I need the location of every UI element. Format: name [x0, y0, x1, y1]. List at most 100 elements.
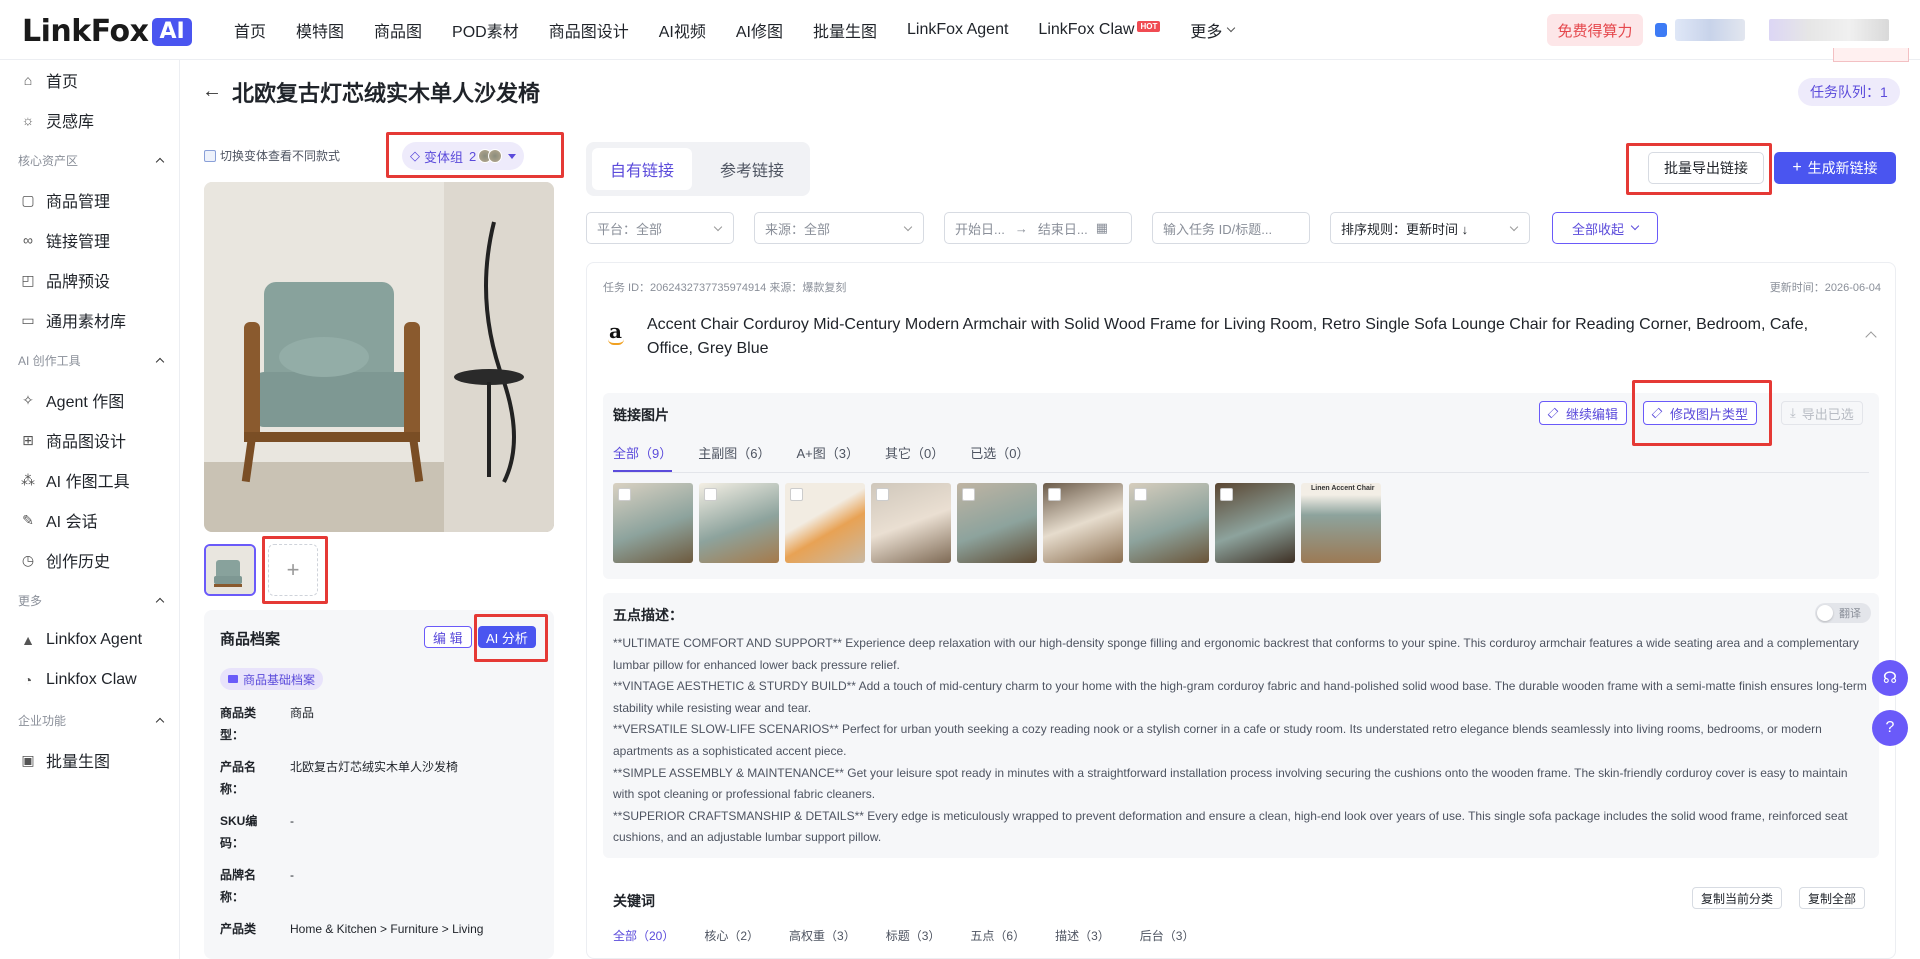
sidebar-item-product-design[interactable]: ⊞ 商品图设计 [20, 425, 126, 455]
image-tab-selected[interactable]: 已选（0） [970, 443, 1029, 472]
nav-batch-generate[interactable]: 批量生图 [813, 18, 877, 42]
sidebar-item-batch-generate[interactable]: ▣ 批量生图 [20, 745, 110, 775]
keyword-tab-high-weight[interactable]: 高权重（3） [789, 927, 856, 944]
linkfox-logo[interactable]: LinkFox AI [22, 14, 192, 49]
sort-rule-select[interactable]: 排序规则： 更新时间 ↓ [1330, 212, 1530, 244]
thumb-checkbox[interactable] [1048, 488, 1061, 501]
nav-linkfox-agent[interactable]: LinkFox Agent [907, 21, 1008, 39]
chevron-up-icon[interactable] [1865, 331, 1877, 343]
task-title[interactable]: Accent Chair Corduroy Mid-Century Modern… [647, 313, 1847, 361]
sidebar-item-agent-drawing[interactable]: ✧ Agent 作图 [20, 385, 124, 415]
free-credits-button[interactable]: 免费得算力 [1547, 14, 1643, 46]
task-search-input[interactable]: 输入任务 ID/标题... [1152, 212, 1310, 244]
platform-label: 平台： [597, 221, 637, 237]
sidebar-group-core[interactable]: 核心资产区 [18, 152, 165, 169]
keyword-tab-description[interactable]: 描述（3） [1055, 927, 1110, 944]
sidebar-item-brand-preset[interactable]: ◰ 品牌预设 [20, 265, 110, 295]
platform-filter[interactable]: 平台： 全部 [586, 212, 734, 244]
user-account[interactable] [1655, 14, 1915, 46]
link-image-thumb[interactable] [613, 483, 693, 563]
nav-product-design[interactable]: 商品图设计 [549, 18, 629, 42]
field-value-type: 商品 [290, 706, 315, 720]
thumb-checkbox[interactable] [618, 488, 631, 501]
link-image-thumb[interactable] [1129, 483, 1209, 563]
thumb-checkbox[interactable] [790, 488, 803, 501]
nav-more[interactable]: 更多 [1190, 18, 1236, 42]
copy-category-button[interactable]: 复制当前分类 [1692, 887, 1783, 909]
product-main-image[interactable] [204, 182, 554, 532]
nav-ai-retouch[interactable]: AI修图 [736, 18, 783, 42]
start-date-input[interactable]: 开始日... [955, 219, 1005, 238]
image-tab-aplus[interactable]: A+图（3） [796, 443, 859, 472]
sidebar-item-linkfox-agent[interactable]: ▲ Linkfox Agent [20, 625, 142, 655]
back-arrow-icon[interactable]: ← [202, 80, 222, 103]
keyword-tab-title[interactable]: 标题（3） [886, 927, 941, 944]
nav-product-image[interactable]: 商品图 [374, 18, 422, 42]
box-icon: ▢ [21, 191, 35, 208]
link-image-thumb[interactable] [1043, 483, 1123, 563]
sidebar-item-inspiration[interactable]: ☼ 灵感库 [20, 105, 94, 135]
thumb-checkbox[interactable] [876, 488, 889, 501]
product-thumbnail-selected[interactable] [204, 544, 256, 596]
tab-reference-links[interactable]: 参考链接 [702, 148, 802, 190]
base-profile-tag[interactable]: 商品基础档案 [220, 668, 324, 690]
translate-toggle[interactable]: 翻译 [1815, 603, 1871, 623]
copy-all-button[interactable]: 复制全部 [1799, 887, 1866, 909]
link-image-thumb[interactable] [871, 483, 951, 563]
generate-label: 生成新链接 [1807, 160, 1878, 176]
help-icon[interactable]: ? [1872, 710, 1908, 746]
image-tab-other[interactable]: 其它（0） [885, 443, 944, 472]
link-image-thumb[interactable] [1215, 483, 1295, 563]
keyword-tab-all[interactable]: 全部（20） [613, 927, 674, 944]
profile-edit-button[interactable]: 编 辑 [424, 626, 472, 648]
link-image-thumb[interactable]: Linen Accent Chair [1301, 483, 1381, 563]
date-range-picker[interactable]: 开始日... → 结束日... ▦ [944, 212, 1132, 244]
nav-home[interactable]: 首页 [234, 18, 266, 42]
keyword-tab-backend[interactable]: 后台（3） [1140, 927, 1195, 944]
tab-own-links[interactable]: 自有链接 [592, 148, 692, 190]
sidebar-item-material-library[interactable]: ▭ 通用素材库 [20, 305, 126, 335]
thumb-checkbox[interactable] [1220, 488, 1233, 501]
chevron-down-icon [713, 222, 723, 232]
generate-new-link-button[interactable]: + 生成新链接 [1774, 152, 1896, 184]
nav-model-image[interactable]: 模特图 [296, 18, 344, 42]
link-image-thumb[interactable] [785, 483, 865, 563]
link-image-thumb[interactable] [699, 483, 779, 563]
sidebar-item-ai-tools[interactable]: ⁂ AI 作图工具 [20, 465, 130, 495]
pen-icon [1547, 407, 1559, 419]
keyword-tab-bullets[interactable]: 五点（6） [970, 927, 1025, 944]
link-image-thumb[interactable] [957, 483, 1037, 563]
switch-variant-hint[interactable]: 切换变体查看不同款式 [204, 147, 340, 164]
sidebar-item-product-management[interactable]: ▢ 商品管理 [20, 185, 110, 215]
thumb-checkbox[interactable] [704, 488, 717, 501]
highlight-modify-image-type [1632, 380, 1772, 446]
five-point-title: 五点描述： [613, 607, 683, 623]
image-tab-all[interactable]: 全部（9） [613, 443, 673, 472]
keyword-tab-core[interactable]: 核心（2） [704, 927, 759, 944]
end-date-input[interactable]: 结束日... [1038, 219, 1088, 238]
sidebar-item-ai-chat[interactable]: ✎ AI 会话 [20, 505, 97, 535]
sidebar-item-linkfox-claw[interactable]: ◔ Linkfox Claw [20, 665, 137, 695]
nav-pod-material[interactable]: POD素材 [452, 18, 519, 42]
image-tab-main[interactable]: 主副图（6） [698, 443, 770, 472]
switch-variant-label: 切换变体查看不同款式 [220, 149, 341, 163]
continue-edit-button[interactable]: 继续编辑 [1539, 401, 1628, 425]
sidebar-group-title: AI 创作工具 [18, 354, 81, 368]
task-queue-badge[interactable]: 任务队列：1 [1798, 78, 1900, 106]
switch-variant-checkbox[interactable] [204, 149, 216, 162]
sidebar-item-history[interactable]: ◷ 创作历史 [20, 545, 110, 575]
home-icon: ⌂ [23, 72, 33, 88]
nav-linkfox-claw[interactable]: LinkFox Claw HOT [1038, 20, 1161, 39]
export-selected-button[interactable]: ⤓ 导出已选 [1781, 401, 1863, 425]
nav-ai-video[interactable]: AI视频 [659, 18, 706, 42]
sidebar-group-enterprise[interactable]: 企业功能 [18, 712, 165, 729]
sidebar-group-more[interactable]: 更多 [18, 592, 165, 609]
headset-support-icon[interactable]: ☊ [1872, 660, 1908, 696]
sidebar-group-ai-tools[interactable]: AI 创作工具 [18, 352, 165, 369]
source-filter[interactable]: 来源： 全部 [754, 212, 924, 244]
sidebar-item-home[interactable]: ⌂ 首页 [20, 65, 78, 95]
thumb-checkbox[interactable] [1134, 488, 1147, 501]
collapse-all-button[interactable]: 全部收起 [1552, 212, 1658, 244]
sidebar-item-link-management[interactable]: ∞ 链接管理 [20, 225, 110, 255]
thumb-checkbox[interactable] [962, 488, 975, 501]
